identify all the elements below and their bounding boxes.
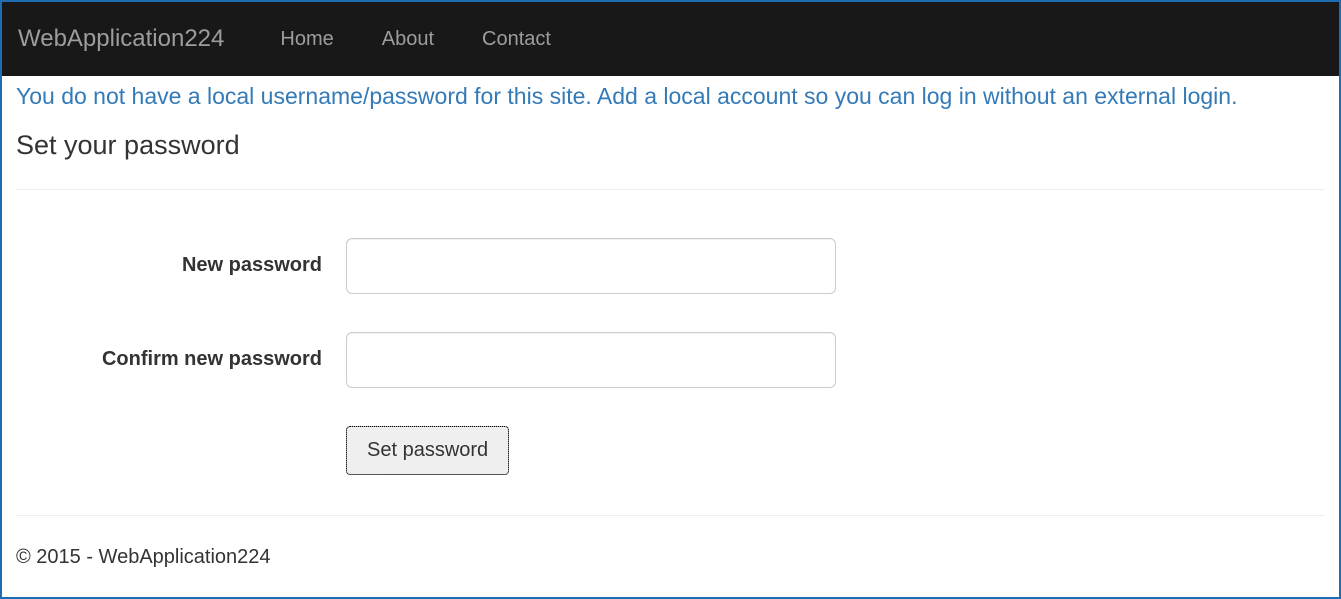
divider-bottom: [16, 515, 1325, 516]
set-password-button[interactable]: Set password: [346, 426, 509, 475]
nav-links: Home About Contact: [256, 28, 575, 51]
nav-about[interactable]: About: [358, 28, 458, 51]
info-message: You do not have a local username/passwor…: [16, 82, 1325, 112]
confirm-password-label: Confirm new password: [16, 348, 346, 371]
footer: © 2015 - WebApplication224: [16, 546, 1325, 569]
nav-contact[interactable]: Contact: [458, 28, 575, 51]
submit-wrapper: Set password: [346, 426, 1325, 475]
divider-top: [16, 189, 1325, 190]
new-password-label: New password: [16, 254, 346, 277]
form-group-new-password: New password: [16, 238, 1325, 294]
new-password-input[interactable]: [346, 238, 836, 294]
footer-text: © 2015 - WebApplication224: [16, 546, 1325, 569]
brand-link[interactable]: WebApplication224: [14, 25, 236, 53]
navbar: WebApplication224 Home About Contact: [2, 2, 1339, 76]
content: You do not have a local username/passwor…: [2, 76, 1339, 569]
form-title: Set your password: [16, 130, 1325, 161]
form-group-confirm-password: Confirm new password: [16, 332, 1325, 388]
nav-home[interactable]: Home: [256, 28, 357, 51]
confirm-password-input[interactable]: [346, 332, 836, 388]
